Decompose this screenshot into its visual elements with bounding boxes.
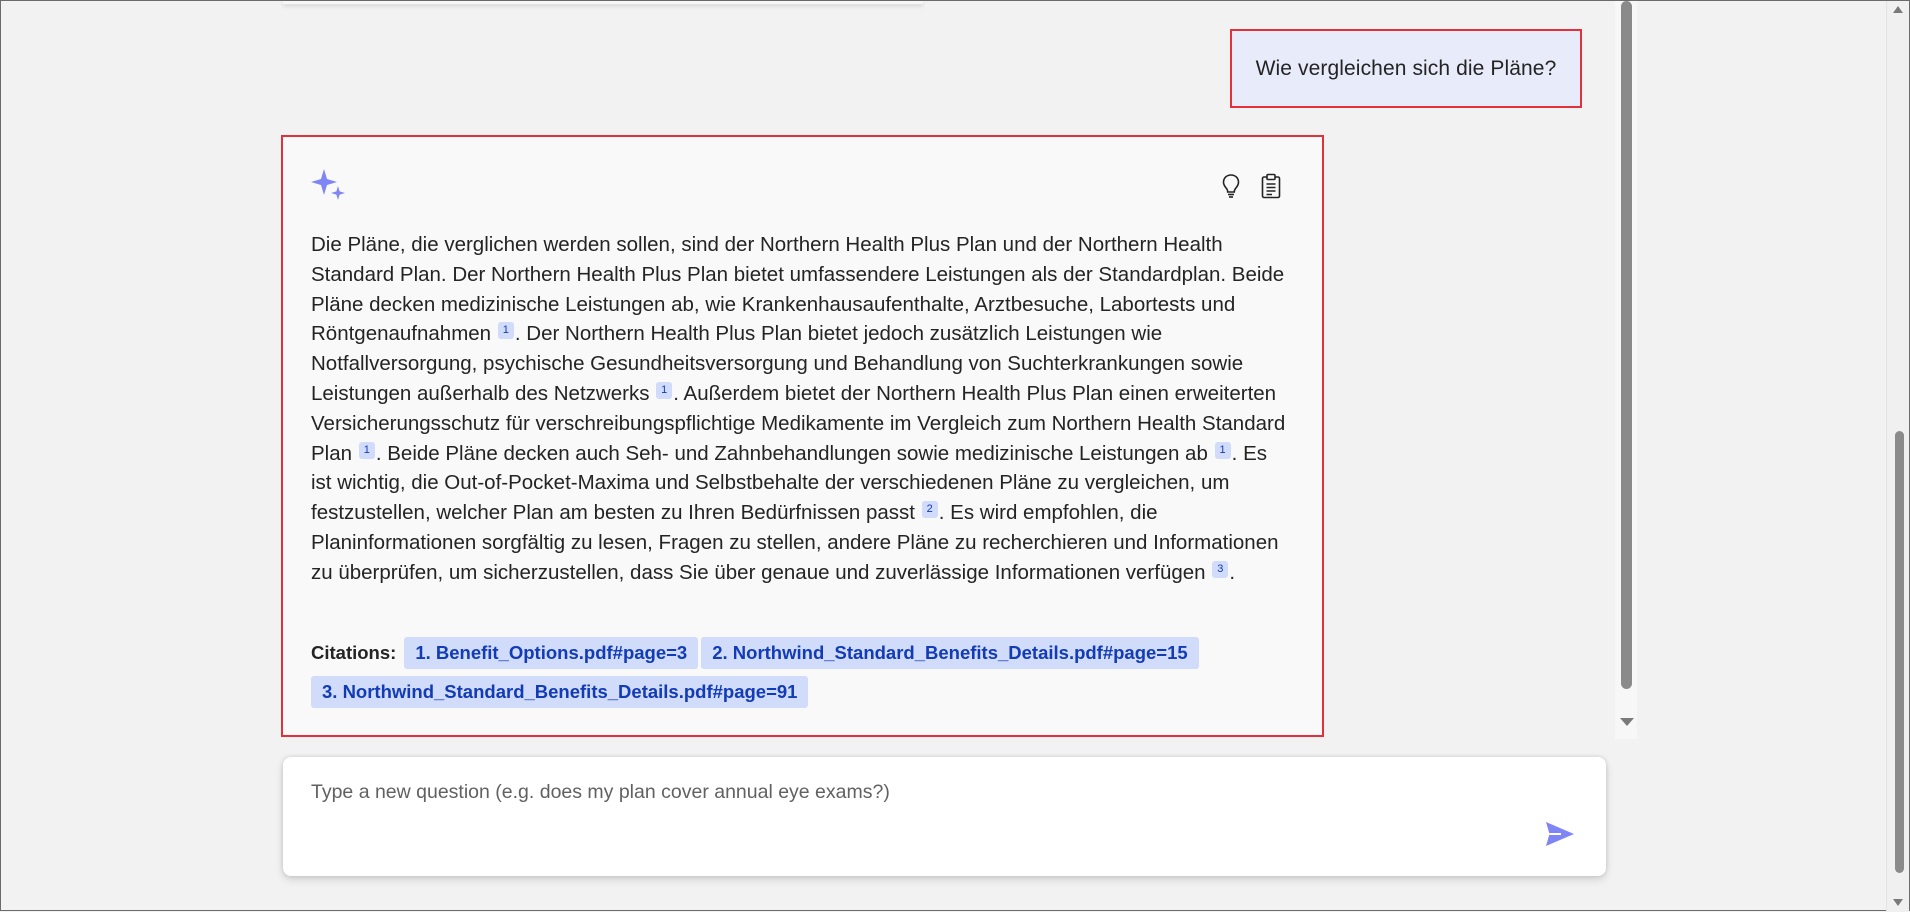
citation-link[interactable]: 3. Northwind_Standard_Benefits_Details.p… bbox=[311, 676, 809, 708]
lightbulb-icon[interactable] bbox=[1219, 173, 1243, 199]
answer-card: Die Pläne, die verglichen werden sollen,… bbox=[281, 135, 1324, 737]
window-scrollbar[interactable] bbox=[1886, 1, 1909, 912]
window-scrollbar-thumb[interactable] bbox=[1895, 431, 1904, 873]
citations-row: Citations: 1. Benefit_Options.pdf#page=3 2… bbox=[311, 637, 1311, 715]
previous-answer-card-edge bbox=[283, 1, 923, 4]
window-scroll-down-arrow[interactable] bbox=[1893, 899, 1903, 906]
citations-label: Citations: bbox=[311, 642, 397, 663]
citation-link[interactable]: 2. Northwind_Standard_Benefits_Details.p… bbox=[701, 637, 1199, 669]
question-input-box bbox=[283, 757, 1606, 876]
send-icon[interactable] bbox=[1544, 818, 1576, 850]
citation-ref[interactable]: 1 bbox=[656, 381, 673, 399]
citation-ref[interactable]: 1 bbox=[497, 322, 514, 340]
answer-text: Die Pläne, die verglichen werden sollen,… bbox=[311, 230, 1291, 588]
citation-ref[interactable]: 1 bbox=[1214, 441, 1231, 459]
citation-ref[interactable]: 3 bbox=[1212, 560, 1229, 578]
window-scroll-up-arrow[interactable] bbox=[1893, 6, 1903, 13]
citation-ref[interactable]: 1 bbox=[358, 441, 375, 459]
citation-link[interactable]: 1. Benefit_Options.pdf#page=3 bbox=[404, 637, 699, 669]
answer-segment: . Beide Pläne decken auch Seh- und Zahnb… bbox=[375, 441, 1214, 465]
chat-scroll-down-arrow[interactable] bbox=[1620, 718, 1634, 726]
user-message: Wie vergleichen sich die Pläne? bbox=[1230, 29, 1582, 108]
question-input[interactable] bbox=[311, 781, 1511, 841]
clipboard-icon[interactable] bbox=[1259, 173, 1283, 199]
citation-ref[interactable]: 2 bbox=[921, 501, 938, 519]
chat-scrollbar-thumb[interactable] bbox=[1621, 1, 1632, 689]
user-message-text: Wie vergleichen sich die Pläne? bbox=[1255, 56, 1557, 80]
answer-segment: . bbox=[1229, 560, 1236, 584]
sparkle-icon bbox=[311, 169, 345, 200]
